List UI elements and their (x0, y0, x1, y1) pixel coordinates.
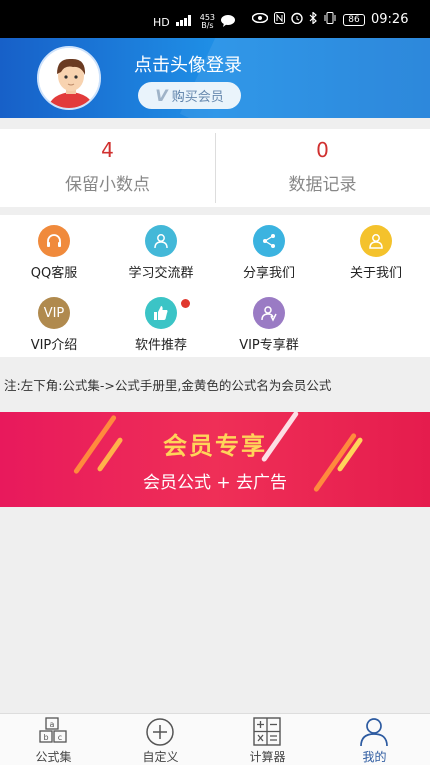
net-speed: 453 B/s (199, 13, 216, 30)
decimal-places-stat[interactable]: 4 保留小数点 (0, 129, 215, 207)
eye-icon (251, 12, 269, 26)
banner-title: 会员专享 (163, 432, 267, 460)
decimal-places-label: 保留小数点 (65, 175, 150, 195)
banner-subtitle: 会员公式 + 去广告 (142, 473, 288, 493)
menu-label: 分享我们 (242, 266, 295, 281)
profile-header: 点击头像登录 V 购买会员 (0, 38, 430, 118)
menu-item-vip-intro[interactable]: VIP VIP介绍 (0, 291, 108, 356)
menu-item-qq-service[interactable]: QQ客服 (0, 219, 108, 284)
svg-text:b: b (43, 733, 48, 742)
5g-signal-icon (175, 15, 194, 29)
menu-grid: QQ客服 学习交流群 分享我们 关于我们 VIP VIP介绍 软件推荐 VIP专… (0, 215, 430, 357)
vip-formula-note: 注:左下角:公式集->公式手册里,金黄色的公式名为会员公式 (4, 378, 332, 393)
profile-icon (360, 718, 388, 747)
stats-panel: 4 保留小数点 0 数据记录 (0, 129, 430, 207)
hd-icon: HD (153, 15, 170, 29)
data-records-label: 数据记录 (288, 175, 357, 195)
vip-group-icon (253, 297, 285, 329)
group-icon (145, 225, 177, 257)
buy-vip-label: 购买会员 (171, 90, 224, 105)
vibrate-icon (323, 12, 337, 27)
user-icon (360, 225, 392, 257)
status-bar: HD 453 B/s 86 09:26 (0, 0, 430, 38)
tab-custom[interactable]: 自定义 (107, 714, 214, 765)
data-records-stat[interactable]: 0 数据记录 (215, 129, 430, 207)
tab-calculator[interactable]: 计算器 (214, 714, 321, 765)
abc-blocks-icon: a b c (39, 717, 67, 743)
tab-mine[interactable]: 我的 (321, 714, 428, 765)
menu-label: 软件推荐 (134, 338, 187, 353)
thumbs-up-icon (145, 297, 177, 329)
avatar[interactable] (37, 46, 101, 110)
plus-circle-icon (146, 718, 174, 746)
battery-icon: 86 (343, 13, 365, 26)
tab-formula-set[interactable]: a b c 公式集 (0, 714, 107, 765)
bottom-tab-bar: a b c 公式集 自定义 计算器 我的 (0, 713, 430, 765)
headset-icon (38, 225, 70, 257)
vip-icon: VIP (38, 297, 70, 329)
menu-label: VIP专享群 (239, 338, 299, 353)
alarm-icon (291, 12, 303, 27)
status-time: 09:26 (371, 12, 409, 27)
menu-item-vip-group[interactable]: VIP专享群 (215, 291, 323, 356)
tab-label: 公式集 (35, 750, 72, 764)
menu-item-about-us[interactable]: 关于我们 (322, 219, 430, 284)
menu-item-software-recommend[interactable]: 软件推荐 (107, 291, 215, 356)
tab-label: 计算器 (249, 750, 286, 764)
bluetooth-icon (309, 11, 317, 27)
share-icon (253, 225, 285, 257)
svg-text:a: a (50, 720, 55, 729)
decimal-places-value: 4 (101, 138, 114, 162)
menu-label: VIP介绍 (30, 338, 78, 353)
vip-banner[interactable]: 会员专享 会员公式 + 去广告 (0, 412, 430, 507)
nfc-icon (274, 12, 285, 27)
notification-dot (181, 299, 190, 308)
chat-icon (221, 14, 236, 30)
menu-label: 学习交流群 (128, 266, 194, 281)
tab-label: 我的 (362, 750, 387, 764)
buy-vip-button[interactable]: V 购买会员 (138, 82, 241, 109)
calculator-icon (253, 717, 281, 746)
menu-label: 关于我们 (349, 266, 402, 281)
status-left-icons: HD 453 B/s (153, 13, 236, 30)
menu-item-study-group[interactable]: 学习交流群 (107, 219, 215, 284)
login-prompt[interactable]: 点击头像登录 (134, 51, 242, 77)
data-records-value: 0 (316, 138, 329, 162)
svg-text:c: c (58, 733, 62, 742)
avatar-image (39, 48, 99, 108)
tab-label: 自定义 (142, 750, 179, 764)
menu-label: QQ客服 (30, 266, 78, 281)
vip-v-icon: V (155, 86, 168, 105)
menu-item-share[interactable]: 分享我们 (215, 219, 323, 284)
status-right-icons: 86 09:26 (251, 11, 409, 27)
